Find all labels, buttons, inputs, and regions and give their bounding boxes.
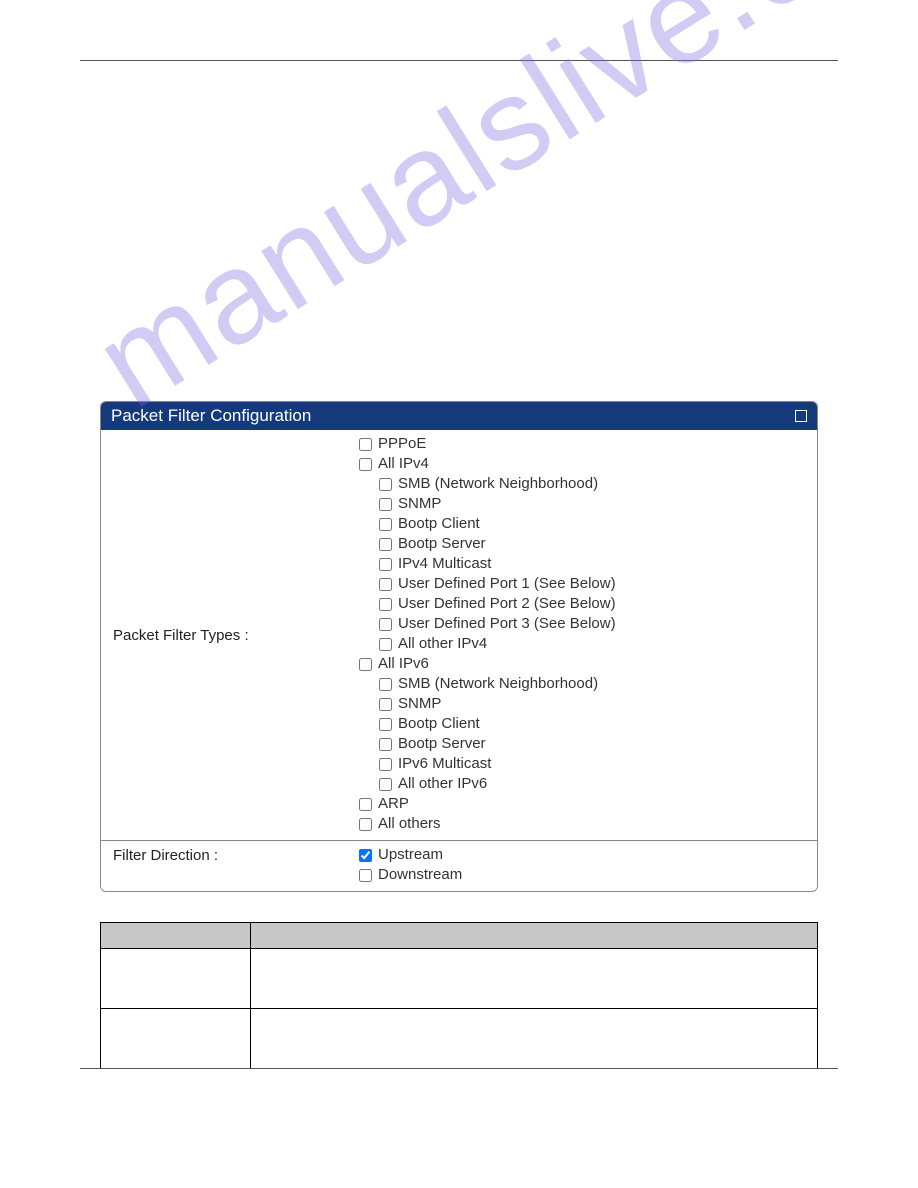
checkbox-label-ipv4-bootp-client: Bootp Client	[398, 514, 480, 534]
table-cell	[101, 1009, 251, 1069]
checkbox-all-ipv4[interactable]	[359, 458, 372, 471]
checkbox-line-all-ipv6: All IPv6	[359, 654, 809, 674]
checkbox-ipv6-snmp[interactable]	[379, 698, 392, 711]
table-header-2	[251, 923, 818, 949]
checkbox-label-ipv6-snmp: SNMP	[398, 694, 441, 714]
checkbox-ipv4-other[interactable]	[379, 638, 392, 651]
filter-types-content: PPPoEAll IPv4SMB (Network Neighborhood)S…	[351, 430, 817, 840]
panel-title: Packet Filter Configuration	[111, 406, 311, 426]
filter-direction-row: Filter Direction : UpstreamDownstream	[101, 840, 817, 891]
table-row	[101, 949, 818, 1009]
checkbox-ipv6-bootp-server[interactable]	[379, 738, 392, 751]
top-rule	[80, 60, 838, 61]
collapse-icon[interactable]	[795, 410, 807, 422]
checkbox-label-ipv6-multicast: IPv6 Multicast	[398, 754, 491, 774]
table-header-row	[101, 923, 818, 949]
packet-filter-panel: Packet Filter Configuration Packet Filte…	[100, 401, 818, 892]
checkbox-line-ipv4-udp3: User Defined Port 3 (See Below)	[359, 614, 809, 634]
table-cell	[251, 949, 818, 1009]
checkbox-label-upstream: Upstream	[378, 845, 443, 865]
checkbox-label-pppoe: PPPoE	[378, 434, 426, 454]
checkbox-label-ipv6-bootp-client: Bootp Client	[398, 714, 480, 734]
checkbox-line-ipv6-multicast: IPv6 Multicast	[359, 754, 809, 774]
checkbox-label-ipv6-smb: SMB (Network Neighborhood)	[398, 674, 598, 694]
checkbox-ipv4-bootp-server[interactable]	[379, 538, 392, 551]
checkbox-ipv4-smb[interactable]	[379, 478, 392, 491]
checkbox-line-downstream: Downstream	[359, 865, 809, 885]
checkbox-label-ipv6-bootp-server: Bootp Server	[398, 734, 486, 754]
checkbox-line-ipv4-other: All other IPv4	[359, 634, 809, 654]
checkbox-line-ipv4-multicast: IPv4 Multicast	[359, 554, 809, 574]
checkbox-line-upstream: Upstream	[359, 845, 809, 865]
checkbox-all-others[interactable]	[359, 818, 372, 831]
checkbox-label-ipv4-udp1: User Defined Port 1 (See Below)	[398, 574, 616, 594]
checkbox-line-ipv6-smb: SMB (Network Neighborhood)	[359, 674, 809, 694]
checkbox-line-ipv4-bootp-server: Bootp Server	[359, 534, 809, 554]
checkbox-line-ipv4-snmp: SNMP	[359, 494, 809, 514]
checkbox-label-all-ipv6: All IPv6	[378, 654, 429, 674]
bottom-rule	[80, 1068, 838, 1069]
checkbox-label-downstream: Downstream	[378, 865, 462, 885]
checkbox-downstream[interactable]	[359, 869, 372, 882]
checkbox-label-arp: ARP	[378, 794, 409, 814]
description-table	[100, 922, 818, 1069]
checkbox-ipv4-snmp[interactable]	[379, 498, 392, 511]
checkbox-label-ipv4-multicast: IPv4 Multicast	[398, 554, 491, 574]
checkbox-line-all-ipv4: All IPv4	[359, 454, 809, 474]
filter-types-label: Packet Filter Types :	[101, 621, 351, 650]
checkbox-upstream[interactable]	[359, 849, 372, 862]
filter-direction-content: UpstreamDownstream	[351, 841, 817, 891]
checkbox-line-all-others: All others	[359, 814, 809, 834]
filter-types-row: Packet Filter Types : PPPoEAll IPv4SMB (…	[101, 430, 817, 840]
checkbox-line-ipv6-bootp-server: Bootp Server	[359, 734, 809, 754]
checkbox-label-ipv4-udp2: User Defined Port 2 (See Below)	[398, 594, 616, 614]
checkbox-line-ipv4-smb: SMB (Network Neighborhood)	[359, 474, 809, 494]
checkbox-pppoe[interactable]	[359, 438, 372, 451]
checkbox-ipv4-multicast[interactable]	[379, 558, 392, 571]
checkbox-ipv6-other[interactable]	[379, 778, 392, 791]
checkbox-all-ipv6[interactable]	[359, 658, 372, 671]
table-cell	[101, 949, 251, 1009]
checkbox-ipv4-udp2[interactable]	[379, 598, 392, 611]
table-header-1	[101, 923, 251, 949]
checkbox-ipv6-smb[interactable]	[379, 678, 392, 691]
checkbox-label-ipv4-bootp-server: Bootp Server	[398, 534, 486, 554]
checkbox-label-all-others: All others	[378, 814, 441, 834]
checkbox-line-ipv6-other: All other IPv6	[359, 774, 809, 794]
checkbox-line-ipv4-bootp-client: Bootp Client	[359, 514, 809, 534]
checkbox-line-pppoe: PPPoE	[359, 434, 809, 454]
checkbox-label-ipv4-udp3: User Defined Port 3 (See Below)	[398, 614, 616, 634]
checkbox-ipv4-udp3[interactable]	[379, 618, 392, 631]
checkbox-ipv6-bootp-client[interactable]	[379, 718, 392, 731]
checkbox-ipv4-bootp-client[interactable]	[379, 518, 392, 531]
checkbox-label-ipv4-smb: SMB (Network Neighborhood)	[398, 474, 598, 494]
panel-body: Packet Filter Types : PPPoEAll IPv4SMB (…	[101, 430, 817, 891]
checkbox-label-ipv4-snmp: SNMP	[398, 494, 441, 514]
checkbox-line-ipv4-udp2: User Defined Port 2 (See Below)	[359, 594, 809, 614]
checkbox-label-ipv4-other: All other IPv4	[398, 634, 487, 654]
checkbox-line-ipv4-udp1: User Defined Port 1 (See Below)	[359, 574, 809, 594]
filter-direction-label: Filter Direction :	[101, 841, 351, 870]
checkbox-label-ipv6-other: All other IPv6	[398, 774, 487, 794]
checkbox-line-arp: ARP	[359, 794, 809, 814]
checkbox-label-all-ipv4: All IPv4	[378, 454, 429, 474]
table-cell	[251, 1009, 818, 1069]
table-row	[101, 1009, 818, 1069]
checkbox-line-ipv6-bootp-client: Bootp Client	[359, 714, 809, 734]
checkbox-ipv4-udp1[interactable]	[379, 578, 392, 591]
checkbox-arp[interactable]	[359, 798, 372, 811]
panel-header: Packet Filter Configuration	[101, 402, 817, 430]
watermark-text: manualslive.com	[70, 0, 918, 437]
checkbox-ipv6-multicast[interactable]	[379, 758, 392, 771]
checkbox-line-ipv6-snmp: SNMP	[359, 694, 809, 714]
